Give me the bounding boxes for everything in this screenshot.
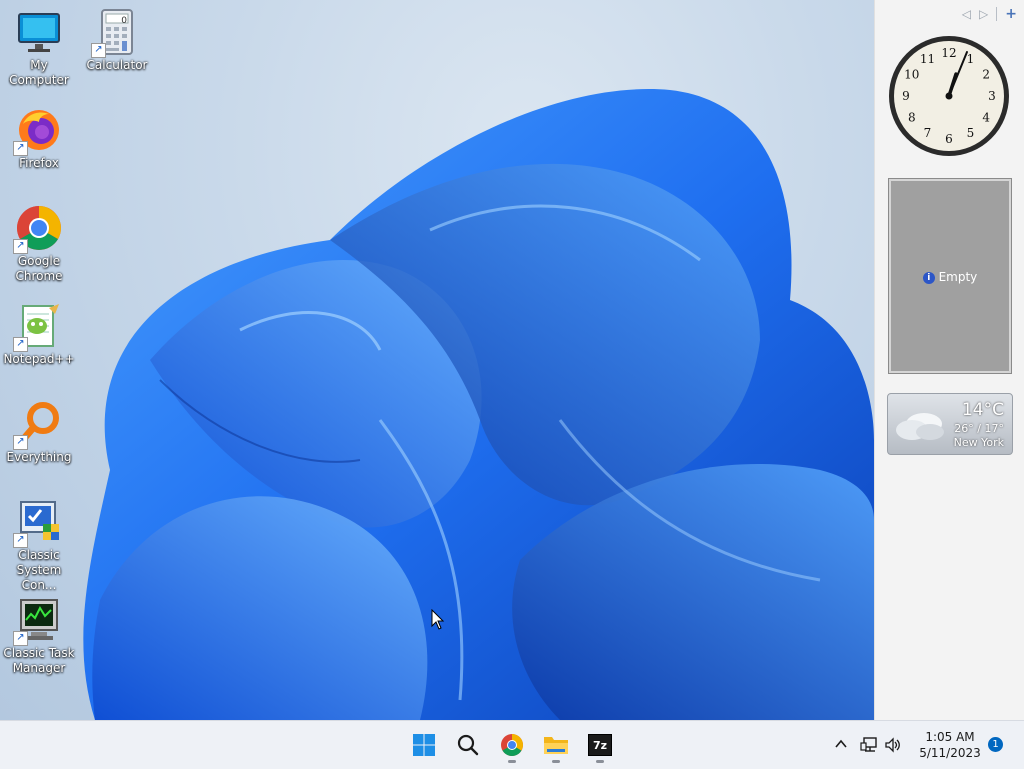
shortcut-arrow-icon: ↗ (13, 631, 28, 646)
slideshow-status: i Empty (891, 270, 1009, 284)
search-button[interactable] (448, 725, 488, 765)
notification-badge[interactable]: 1 (988, 737, 1003, 752)
prev-gadget-icon[interactable]: ◁ (962, 7, 971, 21)
desktop-icon-classic-system-control[interactable]: ↗ Classic System Con... (0, 498, 78, 593)
notification-count: 1 (992, 739, 999, 750)
clock-numeral: 2 (982, 68, 990, 82)
firefox-icon: ↗ (13, 106, 63, 156)
shortcut-arrow-icon: ↗ (13, 533, 28, 548)
sidebar-nav: ◁ ▷ + (962, 6, 1017, 22)
cloudy-icon (896, 413, 944, 440)
clock-numeral: 5 (967, 126, 975, 140)
everything-search-icon: ↗ (13, 400, 63, 450)
chrome-icon: ↗ (13, 204, 63, 254)
start-icon (413, 734, 435, 756)
tray-date: 5/11/2023 (919, 746, 981, 760)
weather-range: 26° / 17° (954, 422, 1004, 435)
info-icon: i (922, 271, 935, 284)
calculator-icon: 0 ↗ (91, 8, 141, 58)
running-indicator (552, 760, 560, 763)
shortcut-arrow-icon: ↗ (13, 239, 28, 254)
clock-numeral: 7 (924, 126, 932, 140)
chrome-icon (501, 734, 523, 756)
control-panel-icon: ↗ (13, 498, 63, 548)
search-icon (457, 734, 479, 756)
slideshow-gadget[interactable]: i Empty (889, 179, 1011, 373)
network-volume-button[interactable] (860, 733, 910, 757)
desktop-icon-label: Firefox (19, 156, 59, 170)
notepadpp-icon: ↗ (13, 302, 63, 352)
shortcut-arrow-icon: ↗ (13, 337, 28, 352)
clock-numeral: 10 (904, 68, 919, 82)
desktop-icon-label: Everything (6, 450, 72, 464)
weather-gadget[interactable]: 14°C 26° / 17° New York (887, 393, 1013, 455)
desktop[interactable]: My Computer 0 ↗ Calculator ↗ Firefox ↗ G… (0, 0, 874, 720)
tray-time: 1:05 AM (925, 730, 975, 744)
shortcut-arrow-icon: ↗ (91, 43, 106, 58)
desktop-icon-label: Classic System Con... (16, 548, 62, 592)
taskbar-file-explorer[interactable] (536, 725, 576, 765)
running-indicator (508, 760, 516, 763)
volume-icon (885, 737, 900, 753)
clock-button[interactable]: 1:05 AM 5/11/2023 (916, 728, 984, 762)
taskbar-7zip[interactable]: 7z (580, 725, 620, 765)
clock-numeral: 9 (902, 89, 910, 103)
desktop-icon-calculator[interactable]: 0 ↗ Calculator (78, 8, 156, 73)
network-icon (860, 737, 877, 752)
clock-face: 12 12 3 45678 9 1011 (889, 36, 1009, 156)
chevron-up-icon (835, 739, 847, 748)
desktop-icon-label: Google Chrome (15, 254, 63, 283)
desktop-icon-firefox[interactable]: ↗ Firefox (0, 106, 78, 171)
weather-temp: 14°C (961, 400, 1004, 420)
desktop-icon-everything[interactable]: ↗ Everything (0, 400, 78, 465)
clock-gadget[interactable]: 12 1 2 3 4 5 6 7 8 9 10 11 (887, 34, 1011, 158)
desktop-icon-my-computer[interactable]: My Computer (0, 8, 78, 88)
desktop-icon-notepadpp[interactable]: ↗ Notepad++ (0, 302, 78, 367)
weather-city: New York (953, 436, 1004, 449)
shortcut-arrow-icon: ↗ (13, 435, 28, 450)
add-gadget-icon[interactable]: + (1005, 6, 1017, 22)
start-button[interactable] (404, 725, 444, 765)
nav-divider (996, 7, 998, 21)
mouse-cursor-icon (431, 609, 445, 630)
taskbar: 7z 1:05 AM 5/11/2023 1 (0, 720, 1024, 769)
calculator-display-text: 0 (121, 16, 127, 26)
task-manager-icon: ↗ (13, 596, 63, 646)
monitor-icon (15, 8, 63, 56)
gadget-sidebar: ◁ ▷ + 12 1 2 3 4 5 6 7 8 9 10 11 i Empty 14°C 26° /… (874, 0, 1024, 720)
shortcut-arrow-icon: ↗ (13, 141, 28, 156)
next-gadget-icon[interactable]: ▷ (979, 7, 988, 21)
file-explorer-icon (544, 737, 568, 754)
clock-numeral: 6 (945, 132, 953, 146)
7zip-icon: 7z (588, 734, 612, 756)
clock-numeral: 8 (908, 111, 916, 125)
desktop-icon-label: My Computer (9, 58, 69, 87)
desktop-icon-label: Calculator (86, 58, 148, 72)
tray-overflow-button[interactable] (830, 733, 852, 755)
clock-numeral: 1 (967, 52, 975, 66)
slideshow-empty-label: Empty (938, 270, 978, 284)
desktop-icon-label: Notepad++ (3, 352, 75, 366)
clock-numeral: 12 (941, 46, 956, 60)
desktop-icon-classic-task-manager[interactable]: ↗ Classic Task Manager (0, 596, 78, 676)
7zip-label: 7z (592, 738, 608, 752)
running-indicator (596, 760, 604, 763)
clock-numeral: 4 (982, 111, 990, 125)
clock-numeral: 3 (988, 89, 996, 103)
clock-numeral: 11 (920, 52, 935, 66)
desktop-icon-chrome[interactable]: ↗ Google Chrome (0, 204, 78, 284)
taskbar-chrome[interactable] (492, 725, 532, 765)
desktop-icon-label: Classic Task Manager (3, 646, 75, 675)
